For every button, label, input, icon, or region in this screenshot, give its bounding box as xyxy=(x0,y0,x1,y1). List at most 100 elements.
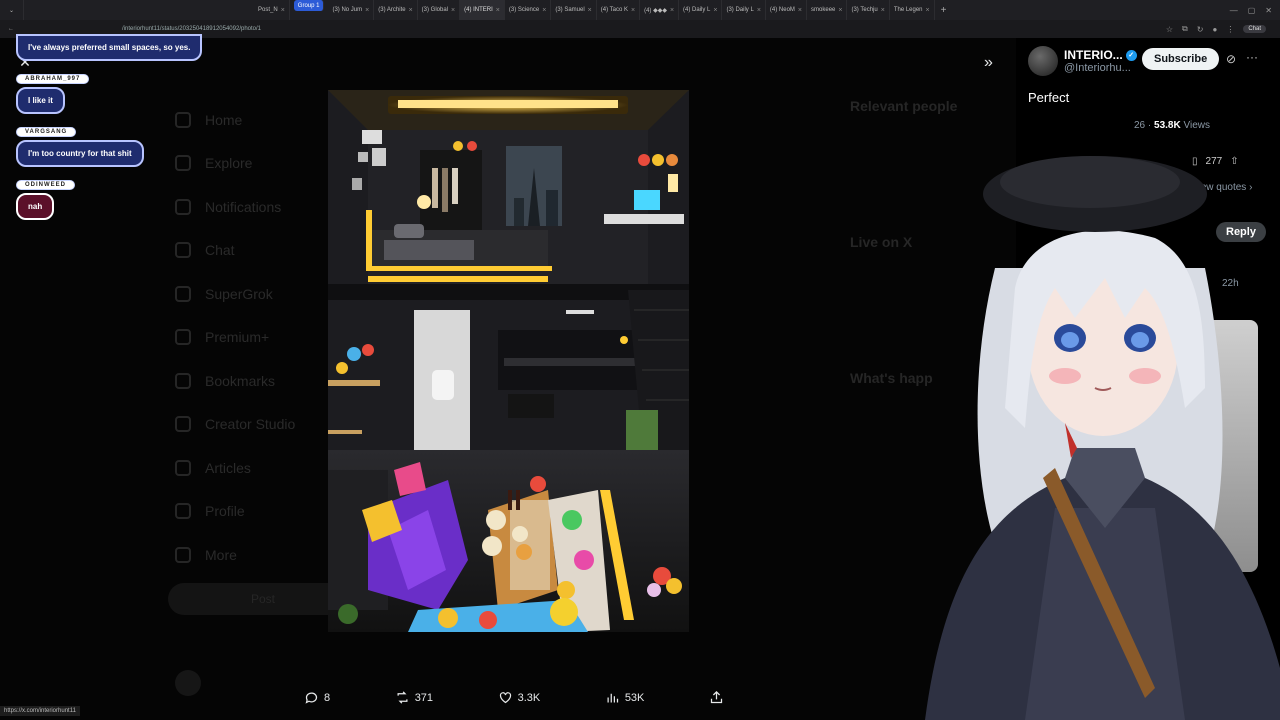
extension-icon[interactable]: ⧉ xyxy=(1182,24,1188,34)
tab-close-icon[interactable]: × xyxy=(798,7,802,14)
browser-tab[interactable]: (3) Techju × xyxy=(847,0,890,20)
dimmed-section-title: Relevant people xyxy=(850,98,958,114)
minimize-icon[interactable]: — xyxy=(1230,6,1238,15)
tab-label: (4) ◆◆◆ xyxy=(644,7,667,14)
dimmed-user-card xyxy=(175,670,201,696)
nav-icon xyxy=(175,459,191,476)
author-name[interactable]: INTERIO... ✓ xyxy=(1064,48,1137,62)
browser-tab[interactable]: (4) INTERI × xyxy=(460,0,505,20)
tab-label: smokeee xyxy=(811,7,836,13)
back-icon[interactable]: ← xyxy=(8,26,14,32)
url-field[interactable]: /interiorhunt11/status/20325041891205409… xyxy=(122,26,261,32)
reply-count: 8 xyxy=(324,691,331,704)
share-button[interactable] xyxy=(709,690,724,705)
chat-username: VARGSANG xyxy=(16,127,77,137)
tab-label: (3) Daily L xyxy=(726,7,754,13)
tab-close-icon[interactable]: × xyxy=(670,7,674,14)
maximize-icon[interactable]: ▢ xyxy=(1248,6,1256,15)
tab-close-icon[interactable]: × xyxy=(409,7,413,14)
reload-icon[interactable]: ↻ xyxy=(1197,25,1204,34)
nav-icon xyxy=(175,329,191,346)
author-header[interactable]: INTERIO... ✓ @Interiorhu... xyxy=(1028,46,1137,76)
author-handle[interactable]: @Interiorhu... xyxy=(1064,62,1137,74)
browser-tab[interactable]: (3) Global × xyxy=(418,0,461,20)
browser-tab[interactable]: smokeee × xyxy=(807,0,848,20)
view-count: 53K xyxy=(624,691,645,704)
close-window-icon[interactable]: ✕ xyxy=(1265,6,1272,15)
analytics-icon xyxy=(607,693,618,703)
browser-tab[interactable]: (4) Daily L × xyxy=(679,0,723,20)
dimmed-nav-item: More xyxy=(175,533,295,577)
chat-username: ODINWEED xyxy=(16,180,75,190)
tab-close-icon[interactable]: × xyxy=(542,7,546,14)
browser-tab[interactable]: (3) Daily L × xyxy=(722,0,766,20)
like-button[interactable]: 3.3K xyxy=(498,690,541,705)
tab-list: Post_N × Group 1 (3) No Jum × (3) Archite × (3)… xyxy=(254,0,935,20)
tab-close-icon[interactable]: × xyxy=(757,7,761,14)
tab-label: (4) NeoM xyxy=(769,7,795,13)
browser-tab[interactable]: (4) ◆◆◆ × xyxy=(640,0,680,20)
browser-tab[interactable]: (4) NeoM × xyxy=(766,0,808,20)
repost-count: 371 xyxy=(414,691,434,704)
views-button[interactable]: 53K xyxy=(605,690,645,705)
x-photo-viewer: Home Explore Notifications Chat SuperGrok Pre… xyxy=(0,34,1280,720)
tab-close-icon[interactable]: × xyxy=(365,7,369,14)
browser-tab[interactable]: (3) Science × xyxy=(505,0,552,20)
tab-close-icon[interactable]: × xyxy=(881,7,885,14)
tab-close-icon[interactable]: × xyxy=(451,7,455,14)
post-photo[interactable] xyxy=(328,90,689,632)
vtuber-avatar xyxy=(925,156,1280,720)
dimmed-nav-item: Profile xyxy=(175,490,295,534)
dimmed-nav-item: Chat xyxy=(175,229,295,273)
profile-icon[interactable]: ● xyxy=(1212,25,1217,34)
browser-tab[interactable]: (3) Samuel × xyxy=(551,0,597,20)
browser-toolbar-icons: ☆ ⧉ ↻ ● ⋮ Chat xyxy=(1166,24,1280,34)
browser-tab[interactable]: The Legen × xyxy=(890,0,935,20)
reply-button[interactable]: 8 xyxy=(304,690,330,705)
tab-label: (4) Taco K xyxy=(600,7,628,13)
more-icon[interactable]: ··· xyxy=(1246,50,1258,64)
star-icon[interactable]: ☆ xyxy=(1166,25,1173,34)
tab-label: (4) INTERI xyxy=(464,7,493,13)
tab-label: (3) Global xyxy=(421,7,449,13)
tab-label: (3) No Jum xyxy=(332,7,363,13)
tab-menu[interactable]: ⌄ xyxy=(0,0,24,20)
new-tab-button[interactable]: + xyxy=(935,5,953,16)
nav-label: Premium+ xyxy=(205,329,270,346)
reply-icon xyxy=(305,692,318,704)
tab-label: Group 1 xyxy=(297,2,320,9)
status-bar-url: https://x.com/interiorhunt11 xyxy=(0,706,80,716)
browser-tab[interactable]: Post_N × xyxy=(254,0,290,20)
subscribe-button[interactable]: Subscribe xyxy=(1142,48,1220,70)
tab-close-icon[interactable]: × xyxy=(281,7,285,14)
grok-icon[interactable]: ⊘ xyxy=(1226,52,1236,66)
tab-close-icon[interactable]: × xyxy=(496,7,500,14)
nav-label: Bookmarks xyxy=(205,372,276,389)
tab-close-icon[interactable]: × xyxy=(838,7,842,14)
browser-tab[interactable]: Group 1 xyxy=(293,0,325,11)
like-count: 3.3K xyxy=(517,691,541,704)
author-avatar[interactable] xyxy=(1028,46,1058,76)
tab-close-icon[interactable]: × xyxy=(713,7,717,14)
tab-label: (3) Science xyxy=(508,7,540,13)
tab-close-icon[interactable]: × xyxy=(631,7,635,14)
tab-close-icon[interactable]: × xyxy=(926,7,930,14)
tab-label: The Legen xyxy=(893,7,923,13)
nav-icon xyxy=(175,416,191,433)
chat-chip[interactable]: Chat xyxy=(1243,25,1266,33)
nav-label: Creator Studio xyxy=(205,416,296,433)
nav-icon xyxy=(175,372,191,389)
browser-tab[interactable]: (3) No Jum × xyxy=(328,0,375,20)
tab-close-icon[interactable]: × xyxy=(588,7,592,14)
tab-label: (4) Daily L xyxy=(683,7,711,13)
menu-icon[interactable]: ⋮ xyxy=(1226,25,1234,34)
repost-icon xyxy=(397,691,408,704)
expand-icon[interactable]: » xyxy=(984,54,993,72)
nav-label: Articles xyxy=(205,459,251,476)
dimmed-nav-item: Premium+ xyxy=(175,316,295,360)
repost-button[interactable]: 371 xyxy=(395,690,433,705)
nav-icon xyxy=(175,503,191,520)
browser-tab[interactable]: (3) Archite × xyxy=(374,0,418,20)
nav-label: More xyxy=(205,546,237,563)
browser-tab[interactable]: (4) Taco K × xyxy=(597,0,641,20)
